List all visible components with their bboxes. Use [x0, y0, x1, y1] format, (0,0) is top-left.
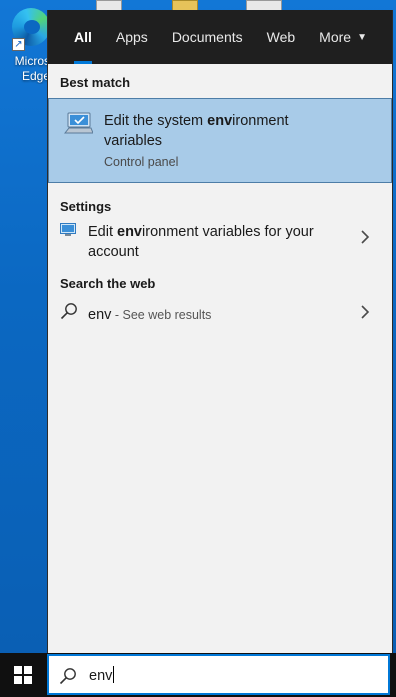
system-properties-icon	[63, 112, 93, 134]
settings-heading: Settings	[60, 199, 112, 214]
search-input-value: env	[89, 666, 115, 684]
tab-label: Documents	[171, 29, 243, 45]
tab-label: More	[319, 29, 352, 45]
tab-label: Web	[266, 29, 296, 45]
search-results-panel: All Apps Documents Web More ▼ Best match …	[47, 10, 393, 653]
label-line: Micros	[14, 54, 50, 68]
search-icon	[59, 668, 76, 685]
web-suffix: - See web results	[111, 308, 212, 322]
caret-down-icon: ▼	[357, 31, 367, 43]
tab-web[interactable]: Web	[255, 10, 308, 64]
taskbar: env	[0, 653, 396, 697]
tab-all[interactable]: All	[62, 10, 104, 64]
windows-logo-icon	[14, 666, 32, 684]
search-scope-tabs: All Apps Documents Web More ▼	[48, 10, 392, 64]
item-match-text: env	[117, 224, 143, 240]
settings-result-item[interactable]: Edit environment variables for your acco…	[48, 220, 392, 270]
search-input[interactable]: env	[47, 654, 390, 695]
tab-more[interactable]: More ▼	[307, 10, 379, 64]
best-match-heading: Best match	[60, 75, 131, 90]
tab-apps[interactable]: Apps	[104, 10, 160, 64]
desktop-shortcut-edge[interactable]: ↗ Micros Edge	[0, 0, 50, 92]
web-result-label: env - See web results	[88, 307, 211, 323]
search-text: env	[89, 668, 113, 684]
tab-documents[interactable]: Documents	[160, 10, 255, 64]
search-web-heading: Search the web	[60, 276, 156, 291]
title-text: Edit the system	[104, 113, 208, 129]
label-line: Edge	[21, 69, 50, 83]
chevron-right-icon[interactable]	[360, 305, 370, 324]
best-match-title: Edit the system environment variables	[104, 111, 344, 151]
settings-result-label: Edit environment variables for your acco…	[88, 222, 338, 262]
web-result-item[interactable]: env - See web results	[48, 298, 392, 338]
search-icon	[60, 303, 77, 320]
start-button[interactable]	[0, 653, 46, 697]
best-match-subtitle: Control panel	[104, 155, 179, 169]
shortcut-arrow-icon: ↗	[12, 38, 25, 51]
chevron-right-icon[interactable]	[360, 230, 370, 249]
tab-label: All	[74, 29, 92, 45]
desktop-shortcut-label: Micros Edge	[10, 54, 50, 84]
tab-label: Apps	[115, 29, 148, 45]
item-text: Edit	[88, 224, 118, 240]
text-cursor	[113, 666, 115, 683]
web-query: env	[88, 307, 112, 323]
title-match-text: env	[207, 113, 233, 129]
monitor-settings-icon	[60, 223, 76, 236]
best-match-result[interactable]: Edit the system environment variables Co…	[48, 98, 392, 183]
